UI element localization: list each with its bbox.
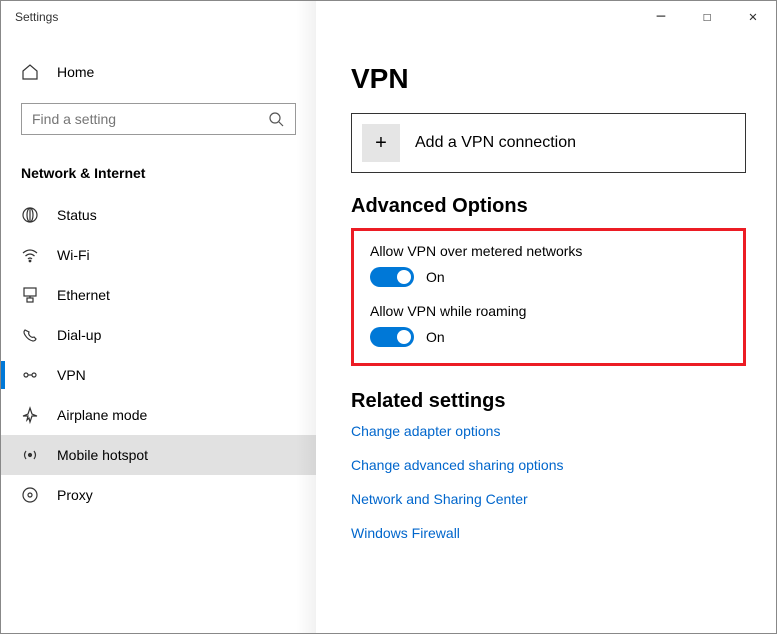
advanced-options-title: Advanced Options [351,195,746,218]
status-icon [21,206,39,224]
link-adapter-options[interactable]: Change adapter options [351,423,746,439]
home-nav[interactable]: Home [1,53,316,91]
link-firewall[interactable]: Windows Firewall [351,525,746,541]
metered-state: On [426,269,445,285]
dialup-icon [21,326,39,344]
sidebar-item-wifi[interactable]: Wi-Fi [1,235,316,275]
vpn-icon [21,366,39,384]
home-label: Home [57,64,94,80]
metered-toggle[interactable] [370,267,414,287]
sidebar-item-label: Ethernet [57,287,110,303]
sidebar-item-label: Dial-up [57,327,101,343]
sidebar-item-vpn[interactable]: VPN [1,355,316,395]
ethernet-icon [21,286,39,304]
airplane-icon [21,406,39,424]
sidebar-item-label: Wi-Fi [57,247,90,263]
search-icon [267,110,285,128]
plus-icon: + [362,124,400,162]
maximize-button[interactable]: ☐ [684,1,730,33]
sidebar-item-ethernet[interactable]: Ethernet [1,275,316,315]
proxy-icon [21,486,39,504]
wifi-icon [21,246,39,264]
sidebar-item-airplane[interactable]: Airplane mode [1,395,316,435]
sidebar-item-label: Status [57,207,97,223]
roaming-state: On [426,329,445,345]
roaming-label: Allow VPN while roaming [370,303,727,319]
related-settings-title: Related settings [351,390,746,413]
titlebar: Settings ─ ☐ ✕ [1,1,776,33]
sidebar-item-label: VPN [57,367,86,383]
window-title: Settings [15,10,58,24]
main-content: VPN + Add a VPN connection Advanced Opti… [316,33,776,633]
link-network-center[interactable]: Network and Sharing Center [351,491,746,507]
add-vpn-label: Add a VPN connection [415,134,576,152]
roaming-toggle[interactable] [370,327,414,347]
metered-label: Allow VPN over metered networks [370,243,727,259]
category-header: Network & Internet [1,147,316,195]
sidebar-item-hotspot[interactable]: Mobile hotspot [1,435,316,475]
minimize-button[interactable]: ─ [638,1,684,33]
page-title: VPN [351,63,746,95]
search-input[interactable] [32,111,267,127]
sidebar-item-status[interactable]: Status [1,195,316,235]
sidebar: Home Network & Internet Status Wi-Fi [1,33,316,633]
sidebar-item-dialup[interactable]: Dial-up [1,315,316,355]
sidebar-item-proxy[interactable]: Proxy [1,475,316,515]
sidebar-item-label: Airplane mode [57,407,147,423]
advanced-options-highlight: Allow VPN over metered networks On Allow… [351,228,746,366]
add-vpn-button[interactable]: + Add a VPN connection [351,113,746,173]
sidebar-item-label: Proxy [57,487,93,503]
close-button[interactable]: ✕ [730,1,776,33]
link-sharing-options[interactable]: Change advanced sharing options [351,457,746,473]
hotspot-icon [21,446,39,464]
home-icon [21,63,39,81]
sidebar-item-label: Mobile hotspot [57,447,148,463]
search-box[interactable] [21,103,296,135]
